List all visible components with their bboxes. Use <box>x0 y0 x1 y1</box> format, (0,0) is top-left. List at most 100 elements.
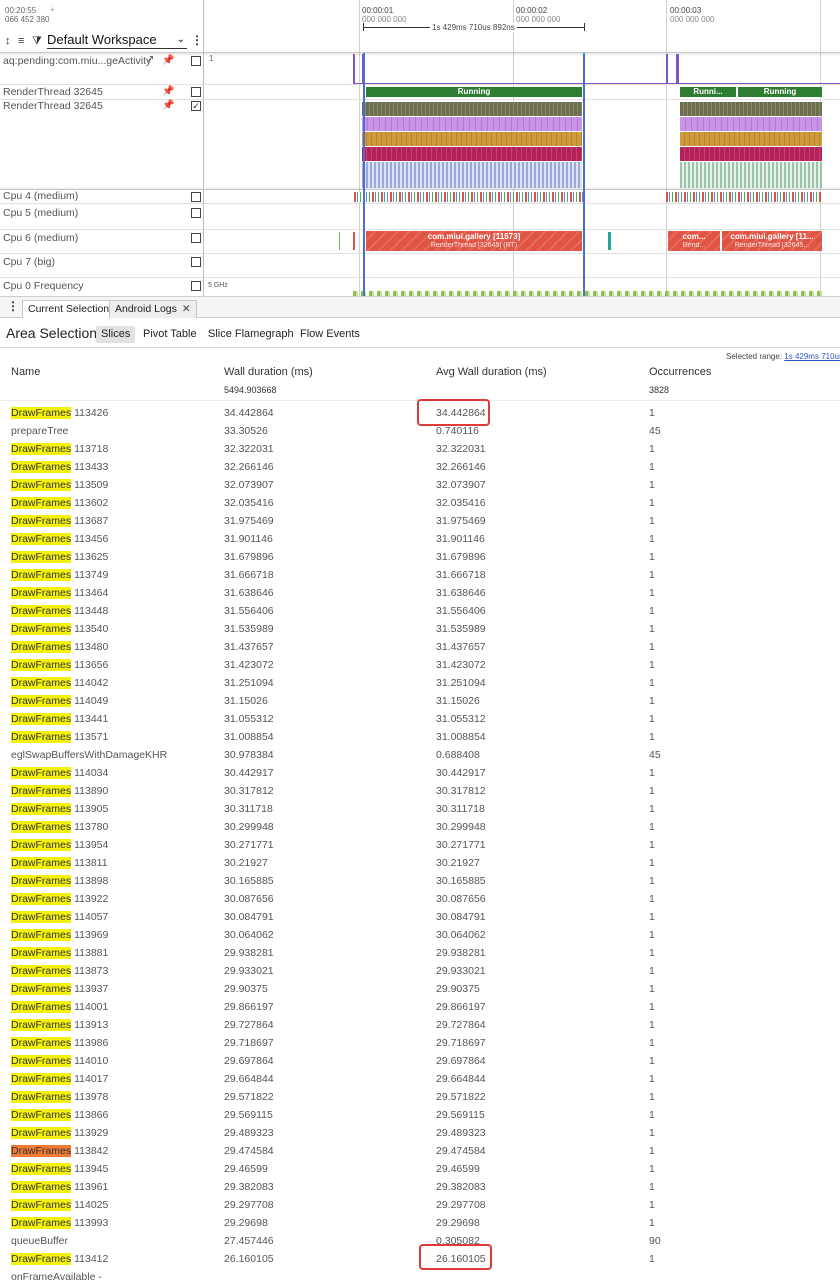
pin-icon[interactable]: 📌 <box>162 55 174 66</box>
table-row[interactable]: DrawFrames 113571 31.008854 31.008854 1 <box>0 728 840 746</box>
slice-running[interactable]: Running <box>738 87 822 97</box>
table-row[interactable]: DrawFrames 114001 29.866197 29.866197 1 <box>0 998 840 1016</box>
close-icon[interactable]: ✕ <box>182 303 191 315</box>
table-row[interactable]: DrawFrames 113937 29.90375 29.90375 1 <box>0 980 840 998</box>
track-cpu5[interactable]: Cpu 5 (medium) <box>0 204 840 230</box>
table-row[interactable]: DrawFrames 113866 29.569115 29.569115 1 <box>0 1106 840 1124</box>
table-row[interactable]: DrawFrames 113881 29.938281 29.938281 1 <box>0 944 840 962</box>
table-row[interactable]: DrawFrames 113986 29.718697 29.718697 1 <box>0 1034 840 1052</box>
track-checkbox-checked[interactable]: ✓ <box>191 101 201 111</box>
cell-name: DrawFrames 113412 <box>11 1250 108 1268</box>
track-checkbox[interactable] <box>191 208 201 218</box>
column-header-name[interactable]: Name <box>11 366 40 378</box>
table-row[interactable]: DrawFrames 114049 31.15026 31.15026 1 <box>0 692 840 710</box>
slice-id: 113811 <box>74 857 108 869</box>
subtab-slices[interactable]: Slices <box>96 326 136 343</box>
more-vert-icon[interactable]: ⋮ <box>191 33 203 47</box>
table-row[interactable]: DrawFrames 113718 32.322031 32.322031 1 <box>0 440 840 458</box>
table-row[interactable]: DrawFrames 113913 29.727864 29.727864 1 <box>0 1016 840 1034</box>
tab-current-selection[interactable]: Current Selection <box>22 300 116 318</box>
table-row[interactable]: DrawFrames 113954 30.271771 30.271771 1 <box>0 836 840 854</box>
cpu-slice-gallery[interactable]: com... Rend... <box>668 231 720 251</box>
slice-name: DrawFrames <box>11 713 72 725</box>
track-checkbox[interactable] <box>191 192 201 202</box>
slice-id: 113571 <box>74 731 109 743</box>
subtab-flow-events[interactable]: Flow Events <box>295 326 365 343</box>
subtab-pivot-table[interactable]: Pivot Table <box>138 326 202 343</box>
cpu-slice-gallery[interactable]: com.miui.gallery [11... RenderThread [326… <box>722 231 822 251</box>
tab-android-logs[interactable]: Android Logs ✕ <box>109 300 197 318</box>
table-row[interactable]: DrawFrames 113480 31.437657 31.437657 1 <box>0 638 840 656</box>
table-row[interactable]: DrawFrames 113961 29.382083 29.382083 1 <box>0 1178 840 1196</box>
table-row[interactable]: DrawFrames 114042 31.251094 31.251094 1 <box>0 674 840 692</box>
track-checkbox[interactable] <box>191 281 201 291</box>
slice-running[interactable]: Running <box>366 87 582 97</box>
table-row[interactable]: DrawFrames 113464 31.638646 31.638646 1 <box>0 584 840 602</box>
table-row[interactable]: DrawFrames 114057 30.084791 30.084791 1 <box>0 908 840 926</box>
track-checkbox[interactable] <box>191 87 201 97</box>
table-row[interactable]: DrawFrames 113687 31.975469 31.975469 1 <box>0 512 840 530</box>
table-row[interactable]: DrawFrames 113540 31.535989 31.535989 1 <box>0 620 840 638</box>
column-header-wall[interactable]: Wall duration (ms) <box>224 366 313 378</box>
table-row[interactable]: DrawFrames 113433 32.266146 32.266146 1 <box>0 458 840 476</box>
pin-icon[interactable]: 📌 <box>162 100 174 111</box>
track-renderthread-running[interactable]: RenderThread 32645 📌 Running Runni... Ru… <box>0 86 840 100</box>
track-checkbox[interactable] <box>191 56 201 66</box>
list-icon[interactable]: ≡ <box>18 35 24 47</box>
table-row[interactable]: DrawFrames 113448 31.556406 31.556406 1 <box>0 602 840 620</box>
track-cpu4[interactable]: Cpu 4 (medium) <box>0 190 840 204</box>
table-row[interactable]: DrawFrames 113945 29.46599 29.46599 1 <box>0 1160 840 1178</box>
track-shell-divider <box>203 0 204 296</box>
table-row[interactable]: DrawFrames 113656 31.423072 31.423072 1 <box>0 656 840 674</box>
track-checkbox[interactable] <box>191 233 201 243</box>
table-row[interactable]: onFrameAvailable - <box>0 1268 840 1286</box>
table-row[interactable]: DrawFrames 113922 30.087656 30.087656 1 <box>0 890 840 908</box>
table-row[interactable]: DrawFrames 113905 30.311718 30.311718 1 <box>0 800 840 818</box>
trace-timeline-panel[interactable]: 00:20:55 066 452 380 + 00:00:01 000 000 … <box>0 0 840 296</box>
track-aq-pending[interactable]: aq:pending:com.miu...geActivity ↗ 📌 1 <box>0 53 840 85</box>
table-row[interactable]: DrawFrames 113978 29.571822 29.571822 1 <box>0 1088 840 1106</box>
table-row[interactable]: DrawFrames 113842 29.474584 29.474584 1 <box>0 1142 840 1160</box>
column-header-occurrences[interactable]: Occurrences <box>649 366 711 378</box>
table-row[interactable]: DrawFrames 114010 29.697864 29.697864 1 <box>0 1052 840 1070</box>
table-row[interactable]: DrawFrames 113509 32.073907 32.073907 1 <box>0 476 840 494</box>
table-row[interactable]: DrawFrames 113890 30.317812 30.317812 1 <box>0 782 840 800</box>
track-renderthread-slices[interactable]: RenderThread 32645 📌 ✓ <box>0 100 840 190</box>
table-row[interactable]: DrawFrames 113749 31.666718 31.666718 1 <box>0 566 840 584</box>
table-row[interactable]: DrawFrames 113969 30.064062 30.064062 1 <box>0 926 840 944</box>
track-cpu0-frequency[interactable]: Cpu 0 Frequency 5 GHz <box>0 278 840 296</box>
table-row[interactable]: DrawFrames 113993 29.29698 29.29698 1 <box>0 1214 840 1232</box>
cell-avg-duration: 32.266146 <box>436 461 486 473</box>
table-row[interactable]: DrawFrames 113873 29.933021 29.933021 1 <box>0 962 840 980</box>
table-row[interactable]: DrawFrames 113811 30.21927 30.21927 1 <box>0 854 840 872</box>
subtab-slice-flamegraph[interactable]: Slice Flamegraph <box>203 326 299 343</box>
cpu-slice-gallery[interactable]: com.miui.gallery [11573] RenderThread [32… <box>366 231 582 251</box>
track-cpu6[interactable]: Cpu 6 (medium) com.miui.gallery [11573] R… <box>0 230 840 254</box>
slice-running[interactable]: Runni... <box>680 87 736 97</box>
track-checkbox[interactable] <box>191 257 201 267</box>
cell-name: DrawFrames 114025 <box>11 1196 108 1214</box>
table-row[interactable]: DrawFrames 114017 29.664844 29.664844 1 <box>0 1070 840 1088</box>
pin-icon[interactable]: 📌 <box>162 86 174 97</box>
collapse-icon[interactable]: ↕ <box>5 35 11 47</box>
table-row[interactable]: eglSwapBuffersWithDamageKHR 30.978384 0.68… <box>0 746 840 764</box>
cell-avg-duration: 31.437657 <box>436 641 486 653</box>
more-vert-icon[interactable]: ⋮ <box>7 299 19 313</box>
table-row[interactable]: DrawFrames 114034 30.442917 30.442917 1 <box>0 764 840 782</box>
filter-icon[interactable]: ⧩ <box>32 35 42 47</box>
track-cpu7[interactable]: Cpu 7 (big) <box>0 254 840 278</box>
table-row[interactable]: DrawFrames 113602 32.035416 32.035416 1 <box>0 494 840 512</box>
table-row[interactable]: DrawFrames 113456 31.901146 31.901146 1 <box>0 530 840 548</box>
table-row[interactable]: DrawFrames 113780 30.299948 30.299948 1 <box>0 818 840 836</box>
table-row[interactable]: DrawFrames 113625 31.679896 31.679896 1 <box>0 548 840 566</box>
cell-occurrences: 45 <box>649 749 661 761</box>
table-row[interactable]: DrawFrames 113929 29.489323 29.489323 1 <box>0 1124 840 1142</box>
graph-icon: ↗ <box>146 54 155 65</box>
workspace-select[interactable]: Default Workspace ⌄ <box>47 31 187 49</box>
slice-id: 113509 <box>74 479 109 491</box>
selected-range-link[interactable]: 1s 429ms 710us <box>784 352 840 361</box>
table-row[interactable]: DrawFrames 114025 29.297708 29.297708 1 <box>0 1196 840 1214</box>
table-row[interactable]: DrawFrames 113441 31.055312 31.055312 1 <box>0 710 840 728</box>
table-row[interactable]: DrawFrames 113898 30.165885 30.165885 1 <box>0 872 840 890</box>
column-header-avg[interactable]: Avg Wall duration (ms) <box>436 366 547 378</box>
